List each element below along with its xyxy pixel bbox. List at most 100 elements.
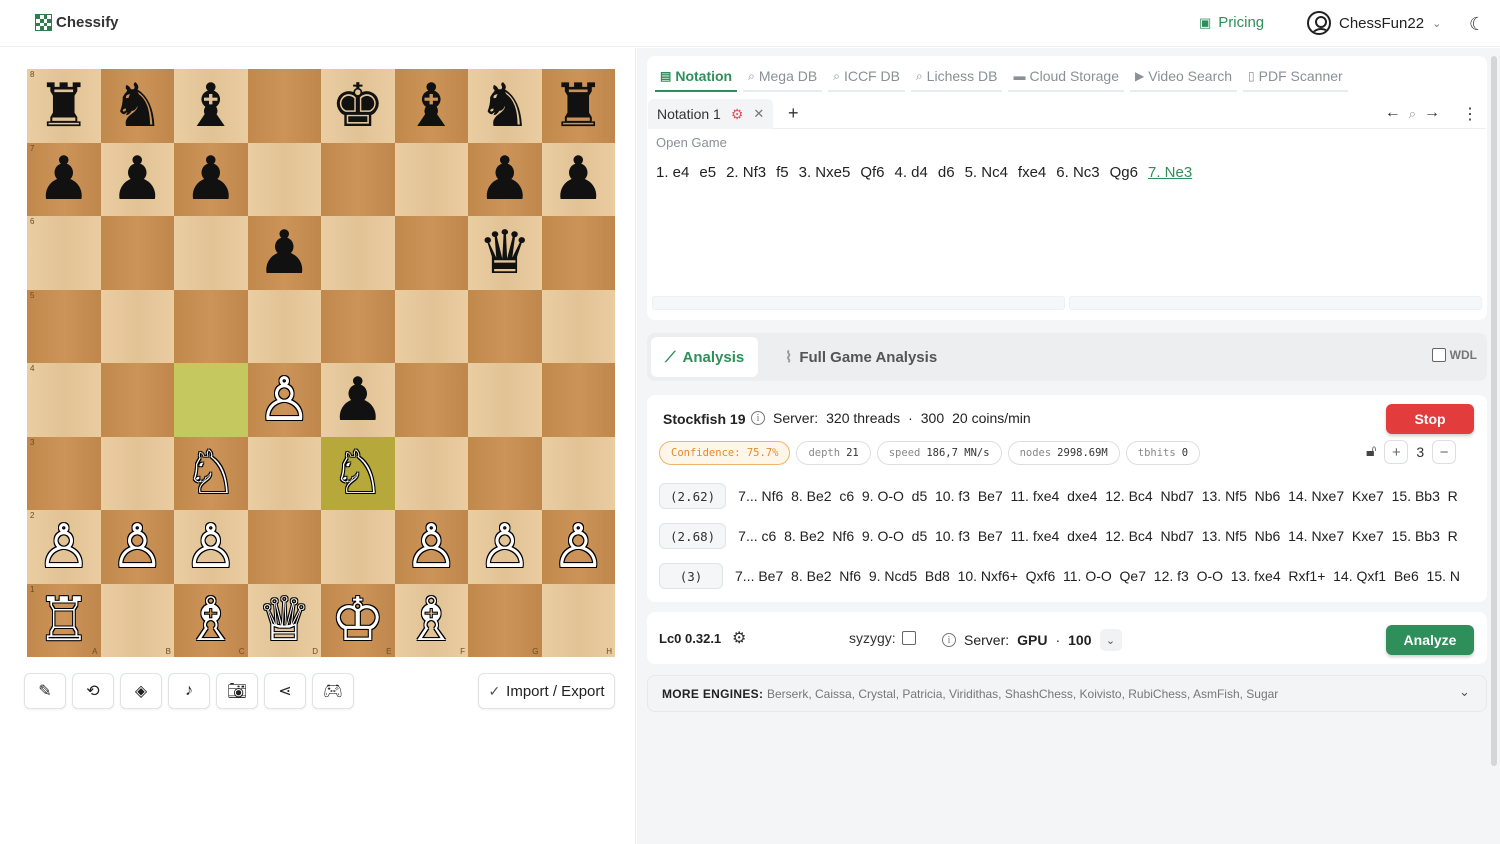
move[interactable]: 4. d4 [895, 164, 928, 181]
square-g8[interactable]: ♞ [468, 69, 542, 143]
black-piece[interactable]: ♟ [257, 223, 311, 283]
square-h6[interactable] [541, 216, 615, 290]
move[interactable]: e5 [699, 164, 716, 181]
chevron-down-icon[interactable]: ⌄ [1459, 684, 1470, 700]
white-piece[interactable]: ♙ [110, 517, 164, 577]
tab-notation[interactable]: ▤ Notation [655, 66, 738, 92]
line-moves[interactable]: 7... Nf6 8. Be2 c6 9. O-O d5 10. f3 Be7 … [738, 488, 1458, 504]
square-c4[interactable] [174, 363, 248, 437]
tab-video-search[interactable]: ▶ Video Search [1130, 66, 1238, 92]
square-e1[interactable]: E ♔ [321, 583, 395, 657]
square-g5[interactable] [468, 289, 542, 363]
info-icon[interactable]: i [751, 411, 765, 425]
move[interactable]: fxe4 [1018, 164, 1046, 181]
square-h2[interactable]: ♙ [541, 510, 615, 584]
square-f6[interactable] [394, 216, 468, 290]
white-piece[interactable]: ♙ [184, 517, 238, 577]
more-vertical-icon[interactable]: ⋮ [1462, 104, 1478, 124]
square-a8[interactable]: 8 ♜ [27, 69, 101, 143]
square-h7[interactable]: ♟ [541, 142, 615, 216]
move[interactable]: Qf6 [860, 164, 884, 181]
tab-pdf-scanner[interactable]: ▯ PDF Scanner [1243, 66, 1348, 92]
gamepad-button[interactable]: 🎮︎ [312, 673, 354, 709]
square-e5[interactable] [321, 289, 395, 363]
black-piece[interactable]: ♟ [110, 149, 164, 209]
analyze-button[interactable]: Analyze [1386, 625, 1474, 655]
square-b4[interactable] [100, 363, 174, 437]
square-f4[interactable] [394, 363, 468, 437]
arrow-right-icon[interactable]: → [1424, 104, 1440, 124]
square-g4[interactable] [468, 363, 542, 437]
white-piece[interactable]: ♙ [257, 370, 311, 430]
square-a5[interactable]: 5 [27, 289, 101, 363]
line-moves[interactable]: 7... c6 8. Be2 Nf6 9. O-O d5 10. f3 Be7 … [738, 528, 1458, 544]
square-d3[interactable] [247, 436, 321, 510]
edit-button[interactable]: ✎ [24, 673, 66, 709]
board-grid[interactable]: 8 ♜ ♞ ♝ ♚ ♝ ♞ ♜ 7 ♟ ♟ ♟ ♟ ♟ 6 ♟ ♛ 5 4 ♙ ♟ 3 ♘ ♘ 2 ♙ ♙ ♙ ♙ ♙ ♙ 1 A ♖ B C ♗ D ♕ E… [27, 69, 615, 657]
square-g7[interactable]: ♟ [468, 142, 542, 216]
white-piece[interactable]: ♗ [184, 590, 238, 650]
black-piece[interactable]: ♝ [404, 76, 458, 136]
move[interactable]: Qg6 [1110, 164, 1138, 181]
black-piece[interactable]: ♜ [37, 76, 91, 136]
square-e3[interactable]: ♘ [321, 436, 395, 510]
square-g2[interactable]: ♙ [468, 510, 542, 584]
square-a2[interactable]: 2 ♙ [27, 510, 101, 584]
remove-line-button[interactable]: − [1432, 440, 1457, 464]
tab-iccf-db[interactable]: ⌕ ICCF DB [828, 66, 905, 92]
square-a6[interactable]: 6 [27, 216, 101, 290]
black-piece[interactable]: ♜ [551, 76, 605, 136]
square-h3[interactable] [541, 436, 615, 510]
white-piece[interactable]: ♙ [551, 517, 605, 577]
add-notation-button[interactable]: + [788, 103, 799, 124]
square-f3[interactable] [394, 436, 468, 510]
square-d2[interactable] [247, 510, 321, 584]
tab-lichess-db[interactable]: ⌕ Lichess DB [910, 66, 1003, 92]
flip-button[interactable]: ⟲ [72, 673, 114, 709]
scrollbar[interactable] [1491, 56, 1497, 766]
square-f8[interactable]: ♝ [394, 69, 468, 143]
engine-line[interactable]: (2.62) 7... Nf6 8. Be2 c6 9. O-O d5 10. f… [659, 483, 1479, 509]
white-piece[interactable]: ♗ [404, 590, 458, 650]
move[interactable]: 7. Ne3 [1148, 164, 1192, 181]
tab-analysis[interactable]: ⟋ Analysis [651, 337, 759, 377]
square-b7[interactable]: ♟ [100, 142, 174, 216]
square-h5[interactable] [541, 289, 615, 363]
pricing-link[interactable]: ▣ Pricing [1199, 14, 1264, 31]
white-piece[interactable]: ♙ [404, 517, 458, 577]
chessboard[interactable]: 8 ♜ ♞ ♝ ♚ ♝ ♞ ♜ 7 ♟ ♟ ♟ ♟ ♟ 6 ♟ ♛ 5 4 ♙ ♟ 3 ♘ ♘ 2 ♙ ♙ ♙ ♙ ♙ ♙ 1 A ♖ B C ♗ D ♕ E… [27, 69, 615, 657]
unlock-icon[interactable]: 🔓︎ [1366, 443, 1376, 461]
move[interactable]: 2. Nf3 [726, 164, 766, 181]
line-moves[interactable]: 7... Be7 8. Be2 Nf6 9. Ncd5 Bd8 10. Nxf6… [735, 568, 1460, 584]
tab-mega-db[interactable]: ⌕ Mega DB [743, 66, 823, 92]
black-piece[interactable]: ♟ [478, 149, 532, 209]
square-b5[interactable] [100, 289, 174, 363]
white-piece[interactable]: ♘ [184, 443, 238, 503]
white-piece[interactable]: ♕ [257, 590, 311, 650]
tab-notation-1[interactable]: Notation 1 ⚙ ✕ [648, 99, 773, 129]
dark-mode-icon[interactable]: ☾ [1469, 14, 1485, 35]
square-h4[interactable] [541, 363, 615, 437]
square-h1[interactable]: H [541, 583, 615, 657]
square-d7[interactable] [247, 142, 321, 216]
stop-button[interactable]: Stop [1386, 404, 1474, 434]
square-c3[interactable]: ♘ [174, 436, 248, 510]
black-piece[interactable]: ♟ [37, 149, 91, 209]
move[interactable]: 5. Nc4 [965, 164, 1008, 181]
square-g1[interactable]: G [468, 583, 542, 657]
close-icon[interactable]: ✕ [753, 106, 764, 122]
black-piece[interactable]: ♞ [478, 76, 532, 136]
square-d5[interactable] [247, 289, 321, 363]
import-export-button[interactable]: ✓ Import / Export [478, 673, 615, 709]
tab-cloud-storage[interactable]: ▬ Cloud Storage [1008, 66, 1124, 92]
wdl-checkbox[interactable] [1431, 348, 1446, 362]
square-e8[interactable]: ♚ [321, 69, 395, 143]
white-piece[interactable]: ♔ [331, 590, 385, 650]
black-piece[interactable]: ♚ [331, 76, 385, 136]
square-h8[interactable]: ♜ [541, 69, 615, 143]
white-piece[interactable]: ♙ [37, 517, 91, 577]
logo[interactable]: Chessify [35, 14, 119, 31]
square-b2[interactable]: ♙ [100, 510, 174, 584]
square-a4[interactable]: 4 [27, 363, 101, 437]
square-c5[interactable] [174, 289, 248, 363]
